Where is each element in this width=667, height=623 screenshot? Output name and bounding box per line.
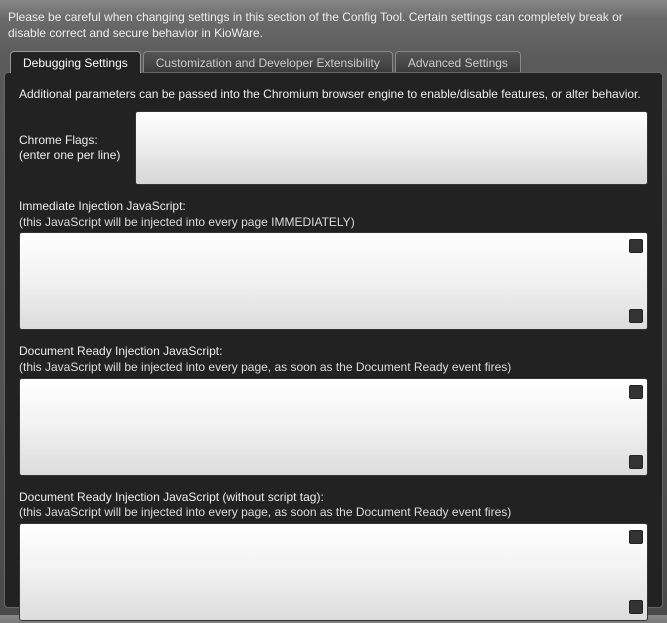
tab-strip: Debugging Settings Customization and Dev…: [0, 51, 667, 73]
document-ready-injection-sub: (this JavaScript will be injected into e…: [19, 360, 648, 376]
panel-intro-text: Additional parameters can be passed into…: [19, 87, 648, 101]
tab-advanced-settings[interactable]: Advanced Settings: [395, 51, 521, 73]
immediate-injection-title: Immediate Injection JavaScript:: [19, 199, 648, 215]
debugging-settings-panel: Additional parameters can be passed into…: [4, 72, 663, 608]
document-ready-notag-sub: (this JavaScript will be injected into e…: [19, 505, 648, 521]
document-ready-injection-title: Document Ready Injection JavaScript:: [19, 344, 648, 360]
chrome-flags-label: Chrome Flags: (enter one per line): [19, 133, 129, 164]
chrome-flags-input[interactable]: [135, 111, 648, 185]
document-ready-notag-title: Document Ready Injection JavaScript (wit…: [19, 490, 648, 506]
document-ready-notag-editor[interactable]: [20, 524, 625, 620]
scroll-down-button[interactable]: [629, 455, 643, 469]
immediate-injection-editor[interactable]: [20, 233, 625, 329]
immediate-injection-sub: (this JavaScript will be injected into e…: [19, 215, 648, 231]
tab-customization-extensibility[interactable]: Customization and Developer Extensibilit…: [143, 51, 393, 73]
scroll-up-button[interactable]: [629, 385, 643, 399]
scroll-up-button[interactable]: [629, 530, 643, 544]
immediate-injection-section: Immediate Injection JavaScript: (this Ja…: [19, 199, 648, 330]
scroll-down-button[interactable]: [629, 600, 643, 614]
scroll-up-button[interactable]: [629, 239, 643, 253]
chrome-flags-row: Chrome Flags: (enter one per line): [19, 111, 648, 185]
document-ready-notag-editor-wrap: [19, 523, 648, 621]
document-ready-injection-section: Document Ready Injection JavaScript: (th…: [19, 344, 648, 475]
config-warning-text: Please be careful when changing settings…: [0, 0, 667, 51]
immediate-injection-editor-wrap: [19, 232, 648, 330]
scroll-down-button[interactable]: [629, 309, 643, 323]
document-ready-injection-editor-wrap: [19, 378, 648, 476]
document-ready-injection-editor[interactable]: [20, 379, 625, 475]
document-ready-notag-section: Document Ready Injection JavaScript (wit…: [19, 490, 648, 621]
tab-debugging-settings[interactable]: Debugging Settings: [10, 51, 141, 73]
